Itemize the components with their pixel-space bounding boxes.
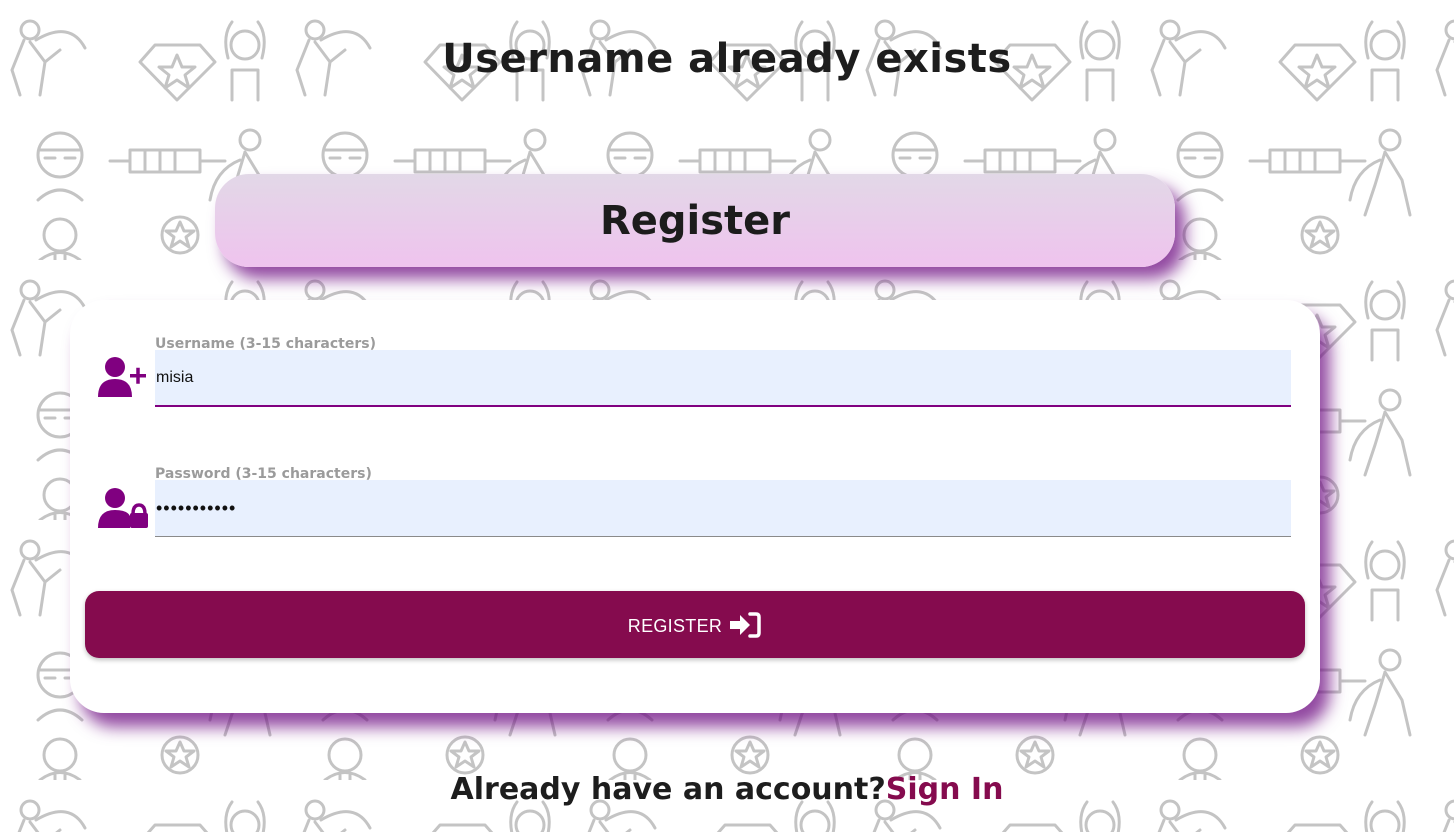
register-button[interactable]: REGISTER	[85, 591, 1305, 658]
user-plus-icon	[98, 357, 146, 397]
sign-in-icon	[730, 611, 761, 638]
register-button-label: REGISTER	[627, 616, 723, 636]
signin-prompt: Already have an account?	[450, 772, 886, 807]
register-header: Register	[215, 174, 1175, 267]
register-form: Username (3-15 characters) Password (3-1…	[70, 300, 1320, 713]
password-input[interactable]	[155, 480, 1291, 537]
error-message: Username already exists	[442, 36, 1012, 82]
username-input[interactable]	[155, 350, 1291, 407]
signin-row: Already have an account?Sign In	[0, 772, 1454, 807]
user-lock-icon	[98, 488, 148, 528]
page-title: Register	[599, 197, 791, 244]
signin-link[interactable]: Sign In	[886, 772, 1004, 807]
